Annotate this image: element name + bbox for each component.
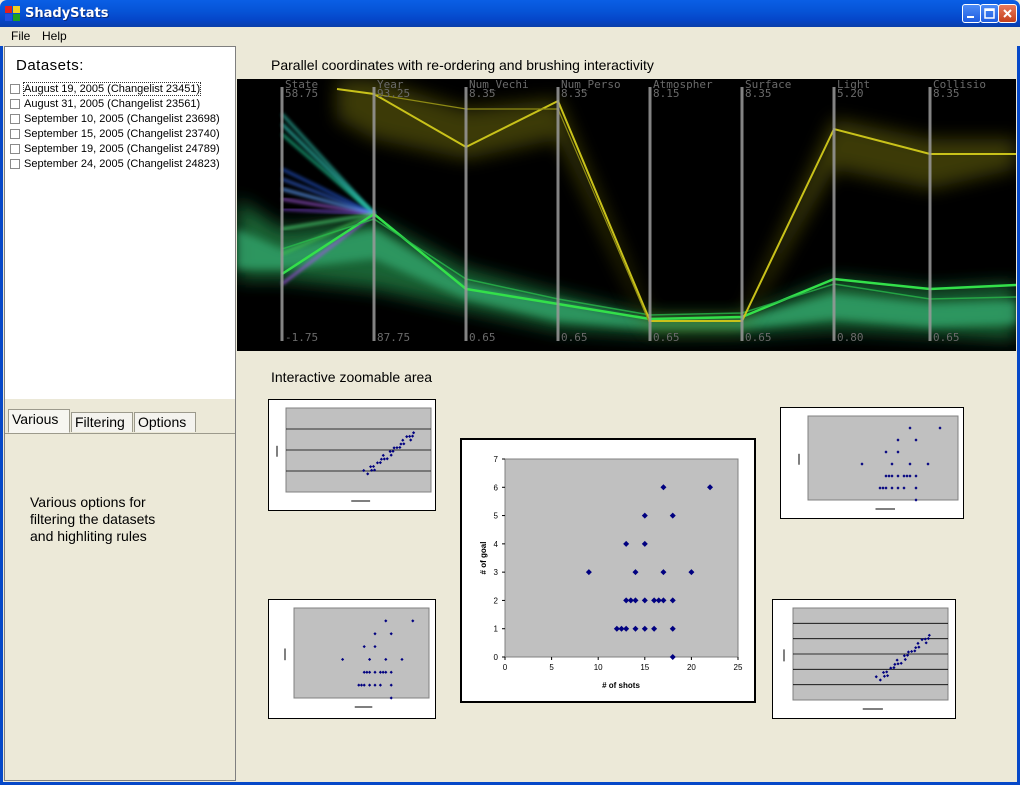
- y-tick-label: 7: [494, 455, 499, 464]
- close-button[interactable]: [998, 4, 1017, 23]
- datasets-label: Datasets:: [16, 57, 84, 74]
- checkbox[interactable]: [10, 99, 20, 110]
- dataset-item[interactable]: September 19, 2005 (Changelist 24789): [10, 143, 220, 158]
- tab-filtering[interactable]: Filtering: [71, 412, 133, 432]
- pc-axis-min: 0.65: [469, 331, 496, 344]
- dataset-item[interactable]: September 10, 2005 (Changelist 23698): [10, 113, 220, 128]
- x-axis-label: # of shots: [602, 681, 640, 690]
- pc-axis-max: 8.35: [933, 87, 960, 100]
- checkbox[interactable]: [10, 114, 20, 125]
- title-bar[interactable]: ShadyStats: [0, 0, 1020, 27]
- thumbnail-chart: [783, 607, 949, 710]
- main-scatter-chart[interactable]: 0 1 2 3 4 5 6 7 0 5 10 15 20 25 # of shots # of goal: [462, 440, 754, 701]
- parallel-coordinates-plot[interactable]: State58.75-1.75Year93.2587.75Num_Vechi8.…: [237, 79, 1016, 351]
- dataset-item[interactable]: August 31, 2005 (Changelist 23561): [10, 98, 200, 113]
- app-icon: [5, 6, 20, 21]
- zoom-title: Interactive zoomable area: [271, 369, 433, 385]
- zoom-thumbnail[interactable]: [268, 599, 436, 719]
- pc-axis-max: 58.75: [285, 87, 318, 100]
- x-tick-label: 0: [503, 663, 508, 672]
- dataset-item[interactable]: August 19, 2005 (Changelist 23451): [10, 82, 202, 98]
- pc-axis-max: 8.35: [745, 87, 772, 100]
- menu-file[interactable]: File: [11, 29, 30, 43]
- checkbox[interactable]: [10, 144, 20, 155]
- zoom-thumbnail[interactable]: [772, 599, 956, 719]
- pc-axis-min: -1.75: [285, 331, 318, 344]
- minimize-icon: [967, 16, 974, 18]
- checkbox[interactable]: [10, 84, 20, 95]
- pc-axis-max: 8.35: [469, 87, 496, 100]
- parallel-title: Parallel coordinates with re-ordering an…: [271, 57, 654, 73]
- pc-axis-min: 0.65: [933, 331, 960, 344]
- y-tick-label: 0: [494, 653, 499, 662]
- zoom-thumbnail[interactable]: [780, 407, 964, 519]
- pc-axis-min: 0.65: [561, 331, 588, 344]
- x-tick-label: 10: [594, 663, 603, 672]
- tab-strip: Various Filtering Options: [5, 409, 235, 434]
- pc-axis-min: 87.75: [377, 331, 410, 344]
- thumbnail-chart: [276, 407, 432, 502]
- x-tick-label: 15: [640, 663, 649, 672]
- checkbox[interactable]: [10, 159, 20, 170]
- menu-help[interactable]: Help: [42, 29, 67, 43]
- window-border-left: [0, 27, 3, 785]
- y-tick-label: 1: [494, 625, 499, 634]
- main-scatter-card[interactable]: 0 1 2 3 4 5 6 7 0 5 10 15 20 25 # of shots # of goal: [460, 438, 756, 703]
- y-tick-label: 5: [494, 512, 499, 521]
- close-icon: [1003, 9, 1012, 18]
- pc-axis-max: 93.25: [377, 87, 410, 100]
- tab-various[interactable]: Various: [8, 409, 70, 433]
- thumbnail-chart: [284, 607, 430, 708]
- maximize-button[interactable]: [980, 4, 999, 23]
- y-tick-label: 2: [494, 596, 499, 605]
- zoom-thumbnail[interactable]: [268, 399, 436, 511]
- datasets-list[interactable]: Datasets: August 19, 2005 (Changelist 23…: [5, 47, 235, 399]
- pc-axis-max: 5.20: [837, 87, 864, 100]
- minimize-button[interactable]: [962, 4, 981, 23]
- dataset-item[interactable]: September 15, 2005 (Changelist 23740): [10, 128, 220, 143]
- x-tick-label: 5: [549, 663, 554, 672]
- menu-bar: File Help: [0, 27, 1020, 46]
- dataset-item[interactable]: September 24, 2005 (Changelist 24823): [10, 158, 220, 173]
- tab-options[interactable]: Options: [134, 412, 196, 432]
- pc-axis-min: 0.65: [745, 331, 772, 344]
- window-title: ShadyStats: [25, 6, 109, 21]
- pc-axis-min: 0.80: [837, 331, 864, 344]
- x-tick-label: 20: [687, 663, 696, 672]
- checkbox[interactable]: [10, 129, 20, 140]
- pc-axis-min: 0.65: [653, 331, 680, 344]
- y-tick-label: 4: [494, 540, 499, 549]
- thumbnail-chart: [798, 415, 959, 510]
- pc-axis-max: 8.15: [653, 87, 680, 100]
- y-axis-label: # of goal: [479, 542, 488, 575]
- x-tick-label: 25: [734, 663, 743, 672]
- maximize-icon: [984, 8, 995, 19]
- y-tick-label: 3: [494, 568, 499, 577]
- pc-axis-max: 8.35: [561, 87, 588, 100]
- tab-description: Various options for filtering the datase…: [30, 494, 156, 544]
- y-tick-label: 6: [494, 483, 499, 492]
- left-pane: Datasets: August 19, 2005 (Changelist 23…: [4, 46, 236, 781]
